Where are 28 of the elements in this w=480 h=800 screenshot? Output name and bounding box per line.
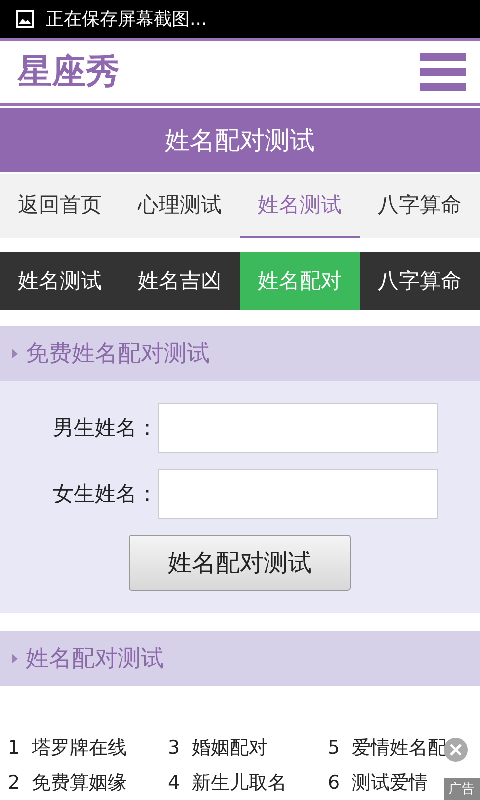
triangle-icon	[12, 654, 18, 664]
sub-tab[interactable]: 姓名吉凶	[120, 252, 240, 310]
nav-tab[interactable]: 姓名测试	[240, 174, 360, 238]
menu-icon[interactable]	[420, 53, 466, 91]
page-title: 姓名配对测试	[0, 108, 480, 172]
ad-link[interactable]: 5 爱情姓名配	[328, 734, 448, 760]
ad-link[interactable]: 4 新生儿取名	[168, 770, 328, 796]
nav-tab[interactable]: 返回首页	[0, 174, 120, 238]
section-heading: 免费姓名配对测试	[26, 340, 210, 369]
ad-link[interactable]: 3 婚姻配对	[168, 734, 328, 760]
section-heading: 姓名配对测试	[26, 645, 164, 674]
notification-text: 正在保存屏幕截图...	[46, 8, 208, 31]
input-field[interactable]	[158, 469, 438, 519]
site-logo[interactable]: 星座秀	[18, 49, 120, 95]
submit-button[interactable]: 姓名配对测试	[129, 535, 351, 591]
triangle-icon	[12, 348, 18, 358]
input-field[interactable]	[158, 403, 438, 453]
field-label: 女生姓名：	[52, 481, 158, 508]
nav-tab[interactable]: 心理测试	[120, 174, 240, 238]
sub-tab[interactable]: 八字算命	[360, 252, 480, 310]
sub-tab[interactable]: 姓名测试	[0, 252, 120, 310]
field-label: 男生姓名：	[52, 415, 158, 442]
ad-label: 广告	[444, 778, 480, 800]
ad-link[interactable]: 1 塔罗牌在线	[8, 734, 168, 760]
close-icon[interactable]	[444, 738, 468, 762]
image-icon	[16, 10, 34, 28]
ad-link[interactable]: 2 免费算姻缘	[8, 770, 168, 796]
nav-tab[interactable]: 八字算命	[360, 174, 480, 238]
